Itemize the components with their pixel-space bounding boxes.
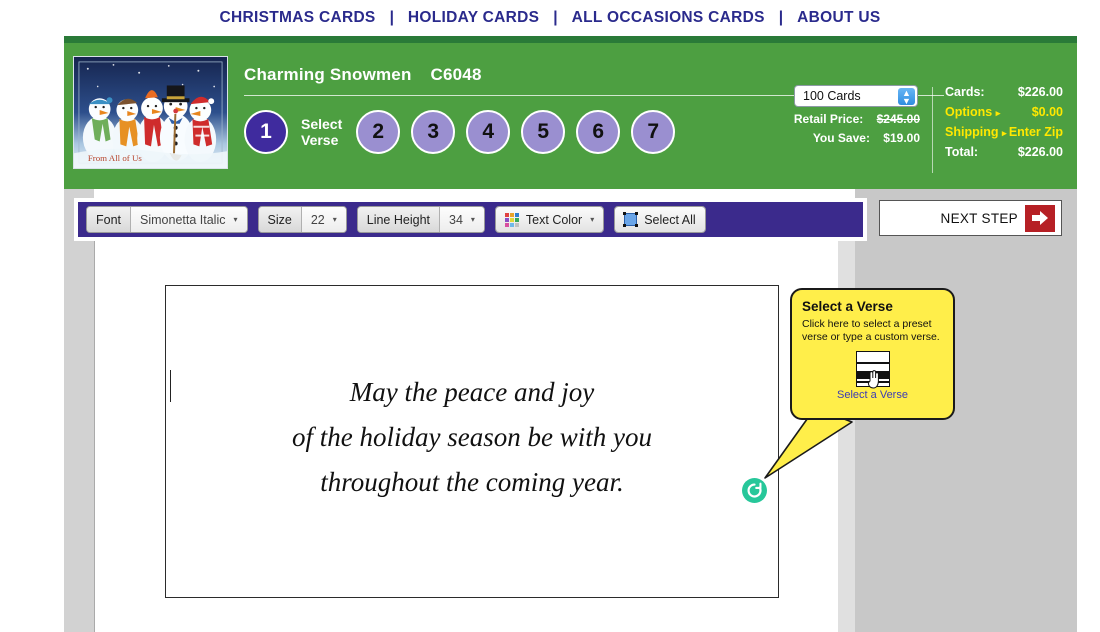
shipping-value: Enter Zip [1008, 125, 1063, 139]
step-7-button[interactable]: 7 [631, 110, 676, 154]
retail-price-label: Retail Price: [793, 112, 864, 126]
text-color-group[interactable]: Text Color ▾ [494, 206, 605, 233]
hand-cursor-icon [867, 370, 879, 389]
size-group: Size 22 ▾ [257, 206, 347, 233]
step-1-label: Select Verse [301, 116, 343, 148]
options-value: $0.00 [1031, 105, 1063, 119]
retail-price-row: Retail Price: $245.00 [788, 112, 920, 126]
step-4-button[interactable]: 4 [466, 110, 511, 154]
nav-link-christmas-cards[interactable]: CHRISTMAS CARDS [206, 9, 390, 27]
product-thumbnail[interactable]: From All of Us [73, 56, 228, 169]
nav-link-all-occasions-cards[interactable]: ALL OCCASIONS CARDS [558, 9, 779, 27]
you-save-label: You Save: [812, 131, 870, 145]
card-preview[interactable]: May the peace and joy of the holiday sea… [165, 285, 779, 598]
price-divider [932, 87, 933, 173]
arrow-right-icon [1025, 204, 1055, 232]
total-value: $226.00 [1017, 145, 1063, 159]
text-color-button[interactable]: Text Color ▾ [495, 207, 604, 232]
size-value: 22 [310, 212, 325, 227]
chevron-down-icon: ▾ [233, 215, 238, 224]
cards-value: $226.00 [1017, 85, 1063, 99]
product-sku: C6048 [430, 65, 482, 84]
step-1-button[interactable]: 1 [244, 110, 288, 154]
you-save-row: You Save: $19.00 [788, 131, 920, 145]
step-3-button[interactable]: 3 [411, 110, 456, 154]
text-cursor [170, 370, 171, 402]
selection-square-icon [623, 212, 639, 227]
tooltip-title: Select a Verse [802, 299, 893, 314]
line-height-label: Line Height [357, 207, 440, 232]
color-palette-icon [504, 212, 519, 227]
verse-line-1: May the peace and joy [349, 377, 595, 407]
line-height-dropdown[interactable]: 34 ▾ [440, 207, 484, 232]
next-step-button[interactable]: NEXT STEP [879, 200, 1062, 236]
quantity-select[interactable]: 100 Cards ▲ ▼ [794, 85, 918, 107]
font-dropdown[interactable]: Simonetta Italic ▾ [131, 207, 247, 232]
product-header: From All of Us Charming Snowmen C6048 1 … [64, 43, 1077, 189]
workspace-left-gutter [64, 189, 94, 632]
verse-line-2: of the holiday season be with you [292, 422, 652, 452]
product-title: Charming Snowmen C6048 [244, 65, 482, 85]
shipping-row[interactable]: Shipping ▸ Enter Zip [945, 125, 1063, 139]
options-label: Options ▸ [945, 105, 1001, 119]
font-label: Font [87, 207, 132, 232]
product-name: Charming Snowmen [244, 65, 412, 84]
total-label: Total: [945, 145, 979, 159]
tooltip-body: Click here to select a preset verse or t… [802, 318, 940, 343]
select-all-button[interactable]: Select All [615, 207, 705, 232]
verse-text[interactable]: May the peace and joy of the holiday sea… [166, 370, 778, 505]
chevron-down-icon: ▾ [470, 215, 475, 224]
chevron-right-icon: ▸ [1001, 128, 1007, 138]
page-root: CHRISTMAS CARDS | HOLIDAY CARDS | ALL OC… [0, 0, 1100, 632]
you-save-value: $19.00 [883, 131, 920, 145]
size-dropdown[interactable]: 22 ▾ [301, 207, 346, 232]
nav-link-holiday-cards[interactable]: HOLIDAY CARDS [394, 9, 553, 27]
cards-label: Cards: [945, 85, 985, 99]
cards-row: Cards: $226.00 [945, 85, 1063, 99]
tooltip-link[interactable]: Select a Verse [802, 389, 943, 401]
pricing-panel: 100 Cards ▲ ▼ Retail Price: $245.00 You S… [788, 85, 1063, 173]
top-navigation: CHRISTMAS CARDS | HOLIDAY CARDS | ALL OC… [0, 0, 1100, 36]
chevron-right-icon: ▸ [995, 108, 1001, 118]
text-color-label: Text Color [525, 212, 583, 227]
options-row[interactable]: Options ▸ $0.00 [945, 105, 1063, 119]
line-height-group: Line Height 34 ▾ [356, 206, 485, 233]
font-value: Simonetta Italic [140, 212, 226, 227]
font-group: Font Simonetta Italic ▾ [86, 206, 248, 233]
select-all-label: Select All [644, 212, 696, 227]
line-height-value: 34 [449, 212, 463, 227]
text-toolbar-frame: Font Simonetta Italic ▾ Size 22 ▾ Line H… [74, 198, 867, 241]
select-all-group[interactable]: Select All [614, 206, 706, 233]
step-6-button[interactable]: 6 [576, 110, 621, 154]
nav-link-about-us[interactable]: ABOUT US [783, 9, 894, 27]
retail-price-value: $245.00 [876, 112, 920, 126]
step-5-button[interactable]: 5 [521, 110, 566, 154]
select-verse-tooltip[interactable]: Select a Verse Click here to select a pr… [790, 288, 955, 420]
stepper-arrows-icon: ▲ ▼ [898, 88, 915, 106]
next-step-label: NEXT STEP [940, 210, 1018, 226]
step-2-button[interactable]: 2 [356, 110, 401, 154]
total-row: Total: $226.00 [945, 145, 1063, 159]
chevron-down-icon: ▾ [332, 215, 337, 224]
header-top-strip [64, 36, 1077, 43]
thumbnail-caption: From All of Us [88, 153, 143, 163]
quantity-value: 100 Cards [803, 89, 861, 103]
step-navigation: 1 Select Verse 2 3 4 5 6 7 [244, 110, 686, 154]
shipping-label: Shipping ▸ [945, 125, 1007, 139]
snowmen-illustration: From All of Us [74, 57, 227, 168]
verse-line-3: throughout the coming year. [320, 467, 624, 497]
chevron-down-icon: ▾ [590, 215, 595, 224]
text-toolbar: Font Simonetta Italic ▾ Size 22 ▾ Line H… [78, 202, 863, 237]
size-label: Size [258, 207, 302, 232]
